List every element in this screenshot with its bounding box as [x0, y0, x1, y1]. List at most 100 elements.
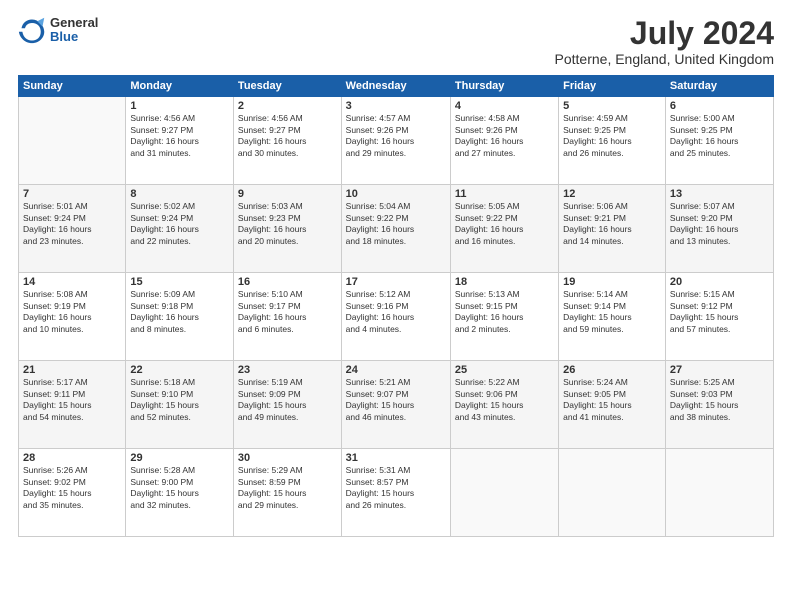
col-tuesday: Tuesday — [233, 76, 341, 97]
day-number: 14 — [23, 276, 121, 288]
table-row: 20Sunrise: 5:15 AM Sunset: 9:12 PM Dayli… — [665, 273, 773, 361]
logo-blue-text: Blue — [50, 30, 98, 44]
day-info: Sunrise: 5:01 AM Sunset: 9:24 PM Dayligh… — [23, 201, 121, 247]
calendar: Sunday Monday Tuesday Wednesday Thursday… — [18, 75, 774, 537]
table-row: 8Sunrise: 5:02 AM Sunset: 9:24 PM Daylig… — [126, 185, 234, 273]
day-number: 21 — [23, 364, 121, 376]
table-row: 23Sunrise: 5:19 AM Sunset: 9:09 PM Dayli… — [233, 361, 341, 449]
day-number: 31 — [346, 452, 446, 464]
day-number: 19 — [563, 276, 661, 288]
day-info: Sunrise: 4:59 AM Sunset: 9:25 PM Dayligh… — [563, 113, 661, 159]
day-info: Sunrise: 5:07 AM Sunset: 9:20 PM Dayligh… — [670, 201, 769, 247]
day-info: Sunrise: 5:21 AM Sunset: 9:07 PM Dayligh… — [346, 377, 446, 423]
day-number: 6 — [670, 100, 769, 112]
table-row: 10Sunrise: 5:04 AM Sunset: 9:22 PM Dayli… — [341, 185, 450, 273]
table-row: 25Sunrise: 5:22 AM Sunset: 9:06 PM Dayli… — [450, 361, 558, 449]
day-info: Sunrise: 5:10 AM Sunset: 9:17 PM Dayligh… — [238, 289, 337, 335]
day-number: 22 — [130, 364, 229, 376]
day-info: Sunrise: 4:57 AM Sunset: 9:26 PM Dayligh… — [346, 113, 446, 159]
day-info: Sunrise: 4:56 AM Sunset: 9:27 PM Dayligh… — [130, 113, 229, 159]
calendar-week-row: 7Sunrise: 5:01 AM Sunset: 9:24 PM Daylig… — [19, 185, 774, 273]
logo-general-text: General — [50, 16, 98, 30]
day-number: 8 — [130, 188, 229, 200]
table-row: 3Sunrise: 4:57 AM Sunset: 9:26 PM Daylig… — [341, 97, 450, 185]
day-info: Sunrise: 4:56 AM Sunset: 9:27 PM Dayligh… — [238, 113, 337, 159]
day-number: 2 — [238, 100, 337, 112]
calendar-week-row: 28Sunrise: 5:26 AM Sunset: 9:02 PM Dayli… — [19, 449, 774, 537]
table-row — [665, 449, 773, 537]
col-monday: Monday — [126, 76, 234, 97]
table-row: 22Sunrise: 5:18 AM Sunset: 9:10 PM Dayli… — [126, 361, 234, 449]
day-number: 1 — [130, 100, 229, 112]
page: General Blue July 2024 Potterne, England… — [0, 0, 792, 612]
day-info: Sunrise: 5:03 AM Sunset: 9:23 PM Dayligh… — [238, 201, 337, 247]
subtitle: Potterne, England, United Kingdom — [555, 51, 774, 67]
logo-icon — [18, 16, 46, 44]
day-info: Sunrise: 5:13 AM Sunset: 9:15 PM Dayligh… — [455, 289, 554, 335]
day-info: Sunrise: 5:28 AM Sunset: 9:00 PM Dayligh… — [130, 465, 229, 511]
main-title: July 2024 — [555, 16, 774, 51]
day-number: 25 — [455, 364, 554, 376]
calendar-week-row: 21Sunrise: 5:17 AM Sunset: 9:11 PM Dayli… — [19, 361, 774, 449]
calendar-header-row: Sunday Monday Tuesday Wednesday Thursday… — [19, 76, 774, 97]
day-info: Sunrise: 5:22 AM Sunset: 9:06 PM Dayligh… — [455, 377, 554, 423]
table-row: 14Sunrise: 5:08 AM Sunset: 9:19 PM Dayli… — [19, 273, 126, 361]
day-number: 27 — [670, 364, 769, 376]
title-block: July 2024 Potterne, England, United King… — [555, 16, 774, 67]
day-number: 29 — [130, 452, 229, 464]
day-info: Sunrise: 5:31 AM Sunset: 8:57 PM Dayligh… — [346, 465, 446, 511]
day-info: Sunrise: 5:04 AM Sunset: 9:22 PM Dayligh… — [346, 201, 446, 247]
day-number: 15 — [130, 276, 229, 288]
table-row: 4Sunrise: 4:58 AM Sunset: 9:26 PM Daylig… — [450, 97, 558, 185]
table-row — [19, 97, 126, 185]
table-row: 5Sunrise: 4:59 AM Sunset: 9:25 PM Daylig… — [559, 97, 666, 185]
col-sunday: Sunday — [19, 76, 126, 97]
day-info: Sunrise: 5:12 AM Sunset: 9:16 PM Dayligh… — [346, 289, 446, 335]
table-row: 6Sunrise: 5:00 AM Sunset: 9:25 PM Daylig… — [665, 97, 773, 185]
day-number: 11 — [455, 188, 554, 200]
table-row: 28Sunrise: 5:26 AM Sunset: 9:02 PM Dayli… — [19, 449, 126, 537]
day-number: 16 — [238, 276, 337, 288]
table-row: 13Sunrise: 5:07 AM Sunset: 9:20 PM Dayli… — [665, 185, 773, 273]
day-number: 28 — [23, 452, 121, 464]
day-info: Sunrise: 5:05 AM Sunset: 9:22 PM Dayligh… — [455, 201, 554, 247]
table-row: 29Sunrise: 5:28 AM Sunset: 9:00 PM Dayli… — [126, 449, 234, 537]
day-info: Sunrise: 5:08 AM Sunset: 9:19 PM Dayligh… — [23, 289, 121, 335]
day-info: Sunrise: 5:29 AM Sunset: 8:59 PM Dayligh… — [238, 465, 337, 511]
day-number: 18 — [455, 276, 554, 288]
logo: General Blue — [18, 16, 98, 45]
day-info: Sunrise: 5:00 AM Sunset: 9:25 PM Dayligh… — [670, 113, 769, 159]
table-row: 30Sunrise: 5:29 AM Sunset: 8:59 PM Dayli… — [233, 449, 341, 537]
day-number: 5 — [563, 100, 661, 112]
col-saturday: Saturday — [665, 76, 773, 97]
table-row: 26Sunrise: 5:24 AM Sunset: 9:05 PM Dayli… — [559, 361, 666, 449]
table-row: 1Sunrise: 4:56 AM Sunset: 9:27 PM Daylig… — [126, 97, 234, 185]
logo-text: General Blue — [50, 16, 98, 45]
day-info: Sunrise: 5:18 AM Sunset: 9:10 PM Dayligh… — [130, 377, 229, 423]
col-thursday: Thursday — [450, 76, 558, 97]
day-number: 24 — [346, 364, 446, 376]
table-row: 17Sunrise: 5:12 AM Sunset: 9:16 PM Dayli… — [341, 273, 450, 361]
day-number: 9 — [238, 188, 337, 200]
day-number: 10 — [346, 188, 446, 200]
day-info: Sunrise: 5:14 AM Sunset: 9:14 PM Dayligh… — [563, 289, 661, 335]
table-row — [450, 449, 558, 537]
table-row: 18Sunrise: 5:13 AM Sunset: 9:15 PM Dayli… — [450, 273, 558, 361]
day-number: 13 — [670, 188, 769, 200]
table-row: 7Sunrise: 5:01 AM Sunset: 9:24 PM Daylig… — [19, 185, 126, 273]
day-number: 12 — [563, 188, 661, 200]
table-row: 2Sunrise: 4:56 AM Sunset: 9:27 PM Daylig… — [233, 97, 341, 185]
day-info: Sunrise: 5:19 AM Sunset: 9:09 PM Dayligh… — [238, 377, 337, 423]
table-row: 9Sunrise: 5:03 AM Sunset: 9:23 PM Daylig… — [233, 185, 341, 273]
col-friday: Friday — [559, 76, 666, 97]
day-number: 7 — [23, 188, 121, 200]
table-row: 24Sunrise: 5:21 AM Sunset: 9:07 PM Dayli… — [341, 361, 450, 449]
table-row: 27Sunrise: 5:25 AM Sunset: 9:03 PM Dayli… — [665, 361, 773, 449]
table-row: 21Sunrise: 5:17 AM Sunset: 9:11 PM Dayli… — [19, 361, 126, 449]
day-number: 23 — [238, 364, 337, 376]
day-number: 17 — [346, 276, 446, 288]
day-number: 4 — [455, 100, 554, 112]
table-row: 31Sunrise: 5:31 AM Sunset: 8:57 PM Dayli… — [341, 449, 450, 537]
calendar-week-row: 14Sunrise: 5:08 AM Sunset: 9:19 PM Dayli… — [19, 273, 774, 361]
calendar-week-row: 1Sunrise: 4:56 AM Sunset: 9:27 PM Daylig… — [19, 97, 774, 185]
